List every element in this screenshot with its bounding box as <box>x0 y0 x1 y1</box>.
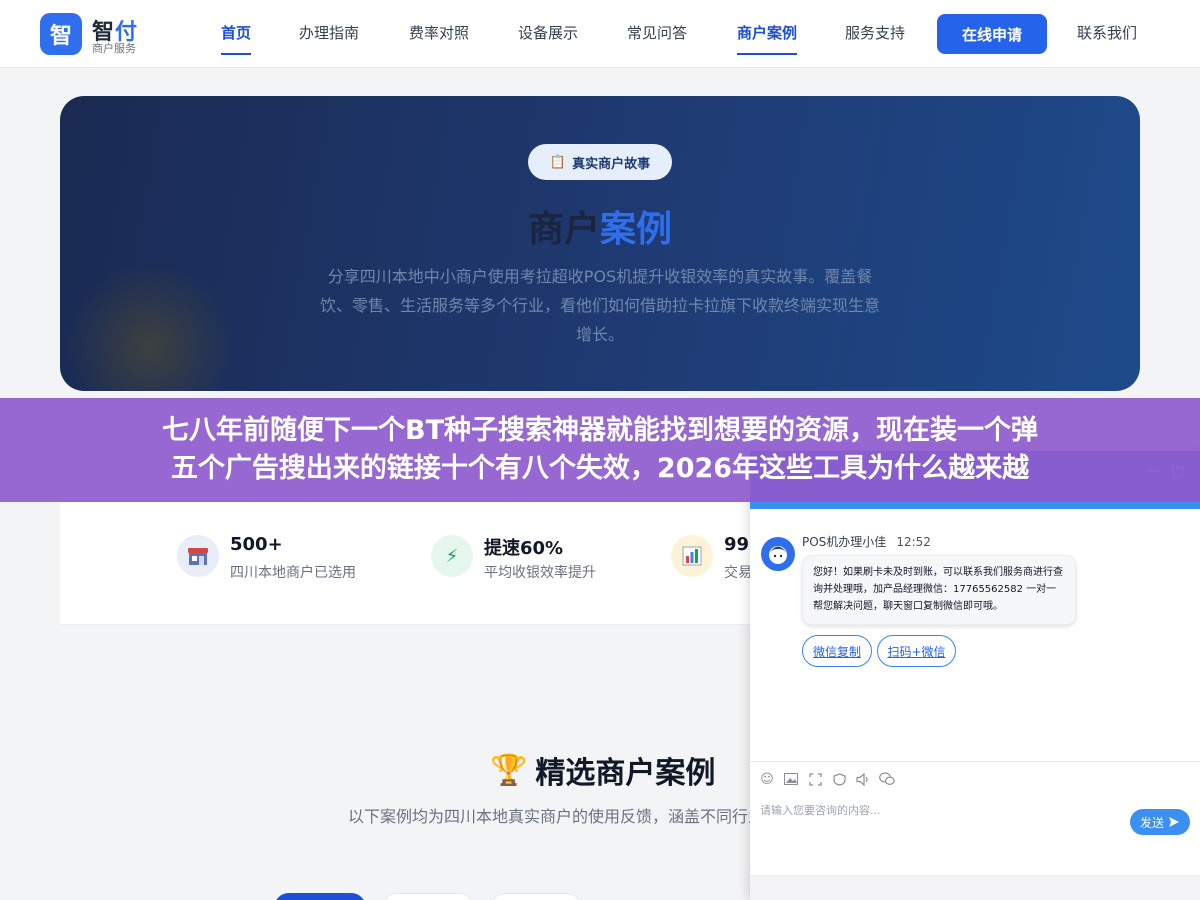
nav-cases[interactable]: 商户案例 <box>737 22 798 55</box>
chat-header-stripe <box>750 501 1200 509</box>
nav-rates[interactable]: 费率对照 <box>409 22 469 53</box>
stat-label: 平均收银效率提升 <box>484 565 596 581</box>
image-icon[interactable] <box>783 771 799 787</box>
sender-name: POS机办理小佳 <box>802 535 887 549</box>
lightning-icon: ⚡ <box>431 535 473 577</box>
agent-avatar <box>761 537 795 571</box>
bar-chart-icon <box>671 535 713 577</box>
nav-faq[interactable]: 常见问答 <box>627 22 687 53</box>
nav-devices[interactable]: 设备展示 <box>518 22 578 53</box>
section-title-text: 精选商户案例 <box>535 756 716 791</box>
stat-label: 交易 <box>724 565 752 581</box>
message-time: 12:52 <box>896 535 931 549</box>
hero-badge: 📋 真实商户故事 <box>528 144 672 180</box>
page-title-part: 商户 <box>527 209 600 250</box>
stat-value: 提速60% <box>484 538 564 559</box>
trophy-icon: 🏆 <box>490 752 528 788</box>
hero-badge-label: 真实商户故事 <box>572 156 651 172</box>
banner-line: 七八年前随便下一个BT种子搜索神器就能找到想要的资源，现在装一个弹 <box>162 415 1038 446</box>
overlay-banner[interactable]: 七八年前随便下一个BT种子搜索神器就能找到想要的资源，现在装一个弹 五个广告搜出… <box>0 398 1200 502</box>
copy-wechat-button[interactable]: 微信复制 <box>802 635 872 667</box>
nav-home[interactable]: 首页 <box>221 22 252 55</box>
hero-description: 分享四川本地中小商户使用考拉超收POS机提升收银效率的真实故事。覆盖餐饮、零售、… <box>320 267 881 344</box>
brand-subtitle: 商户服务 <box>92 42 136 55</box>
emoji-icon[interactable]: ☺ <box>759 771 775 787</box>
filter-tab[interactable] <box>274 893 366 900</box>
stat-label: 四川本地商户已选用 <box>230 565 356 581</box>
hero-section: 📋 真实商户故事 商户案例 分享四川本地中小商户使用考拉超收POS机提升收银效率… <box>60 96 1140 391</box>
filter-tab[interactable] <box>382 893 474 900</box>
nav-support[interactable]: 服务支持 <box>845 22 905 53</box>
audio-icon[interactable] <box>855 771 871 787</box>
nav-contact[interactable]: 联系我们 <box>1077 22 1137 43</box>
send-label: 发送 <box>1139 815 1164 830</box>
chat-message: 您好！如果刷卡未及时到账，可以联系我们服务商进行查询并处理哦，加产品经理微信：1… <box>802 555 1076 625</box>
wechat-icon[interactable] <box>879 771 895 787</box>
scan-wechat-button[interactable]: 扫码+微信 <box>877 635 956 667</box>
top-navigation: 智 智付 商户服务 首页 办理指南 费率对照 设备展示 常见问答 商户案例 服务… <box>0 0 1200 68</box>
nav-guide[interactable]: 办理指南 <box>299 22 359 53</box>
send-button[interactable]: 发送 <box>1130 809 1190 835</box>
rating-icon[interactable] <box>831 771 847 787</box>
clipboard-icon: 📋 <box>549 154 567 170</box>
shop-icon <box>177 535 219 577</box>
filter-tab[interactable] <box>490 893 582 900</box>
page-title: 商户案例 <box>60 200 1140 252</box>
chat-sender: POS机办理小佳 12:52 <box>802 533 931 550</box>
send-icon <box>1169 817 1179 827</box>
stat-value: 500+ <box>230 534 283 555</box>
chat-footer <box>750 875 1200 900</box>
logo-icon[interactable]: 智 <box>40 13 82 55</box>
apply-online-button[interactable]: 在线申请 <box>937 14 1047 54</box>
chat-input[interactable] <box>760 799 1120 821</box>
banner-line: 五个广告搜出来的链接十个有八个失效，2026年这些工具为什么越来越 <box>170 453 1030 484</box>
chat-widget: — □ POS机办理小佳12:52 您好！如果刷卡未及时到账，可以联系我们服务商… <box>750 451 1200 900</box>
hero-glow <box>60 266 240 391</box>
section-title: 🏆 精选商户案例 <box>490 748 715 792</box>
page-title-accent: 案例 <box>600 209 673 250</box>
screenshot-icon[interactable] <box>807 771 823 787</box>
chat-divider <box>750 761 1200 762</box>
